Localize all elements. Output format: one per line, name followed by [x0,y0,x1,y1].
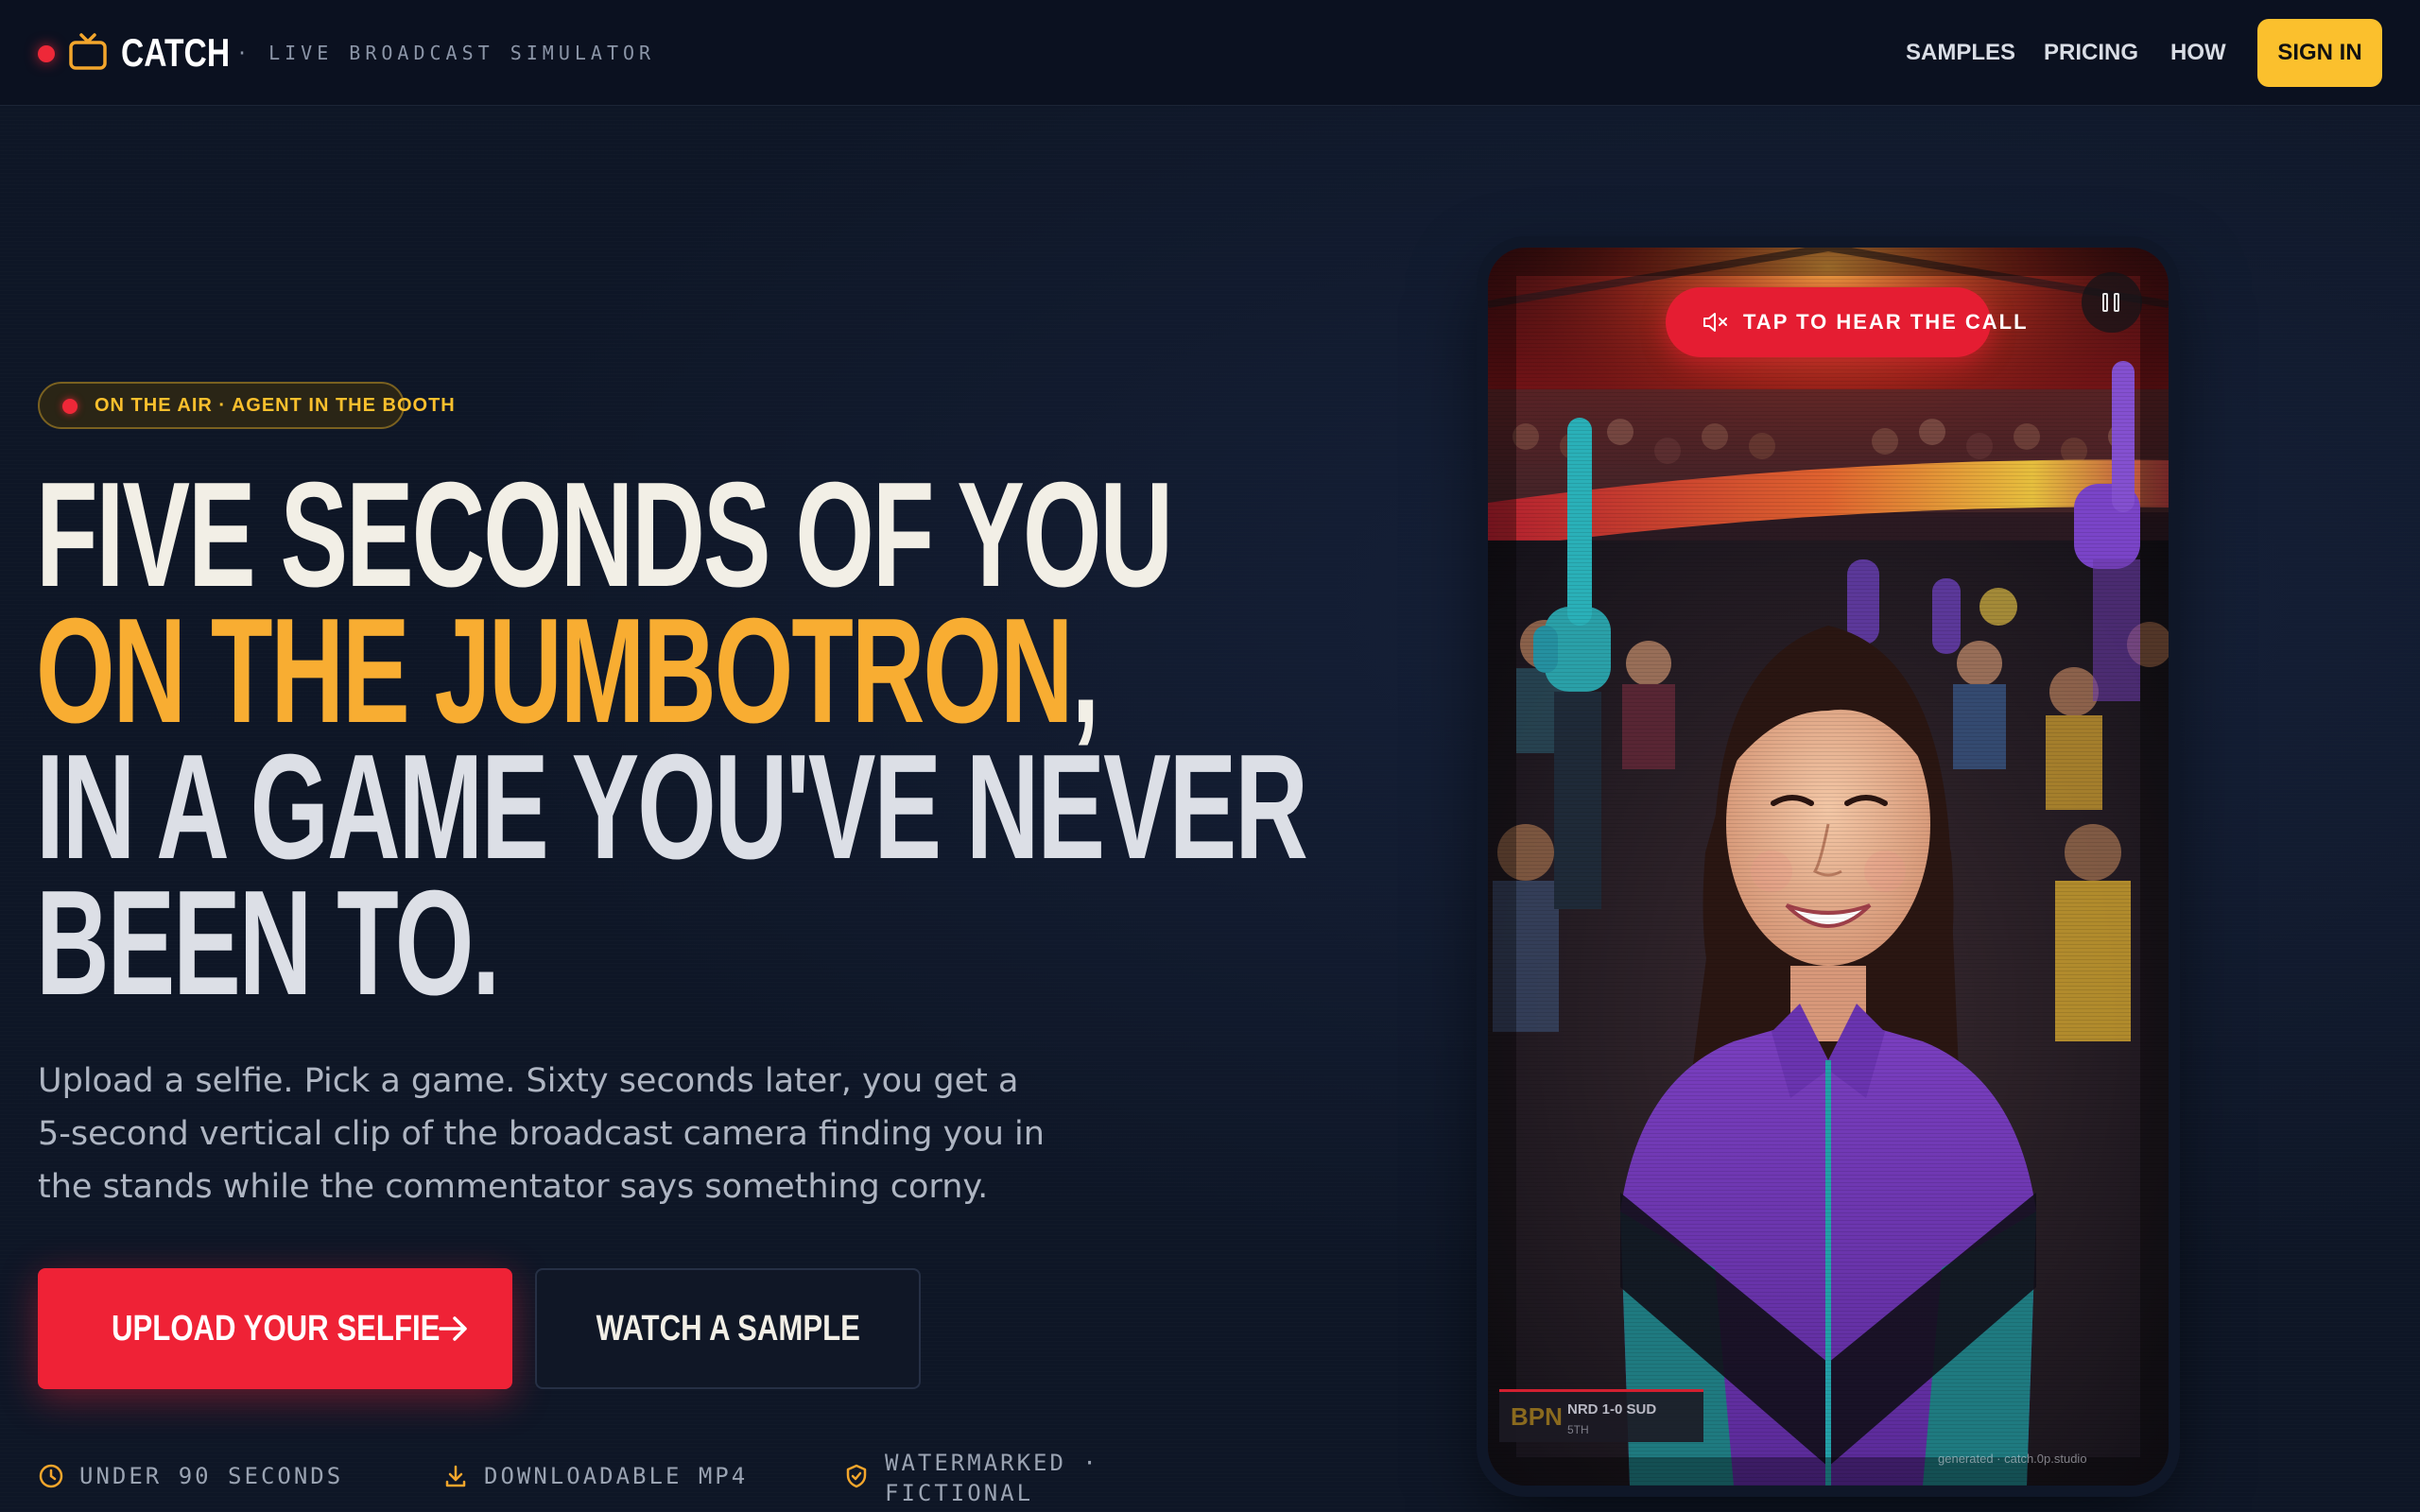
tap-to-hear-button[interactable]: TAP TO HEAR THE CALL [1666,287,2027,357]
speaker-muted-icon [1703,313,1727,332]
hero-headline: FIVE SECONDS OF YOU ON THE JUMBOTRON, IN… [36,452,1308,1026]
watch-sample-label: WATCH A SAMPLE [596,1309,860,1349]
broadcast-scorebug: BPN NRD 1-0 SUD 5TH [1499,1389,1703,1442]
feature-label: DOWNLOADABLE MP4 [484,1463,749,1489]
feature-label: WATERMARKED · FICTIONAL [885,1450,1099,1506]
on-air-dot-icon [62,399,78,414]
feature-label: UNDER 90 SECONDS [79,1463,344,1489]
upload-selfie-button[interactable]: UPLOAD YOUR SELFIE [38,1268,512,1389]
scorebug-period: 5TH [1567,1423,1589,1436]
headline-line-2: ON THE JUMBOTRON, [36,596,1099,746]
on-air-badge: ON THE AIR · AGENT IN THE BOOTH [38,382,455,429]
nav-link-how[interactable]: HOW [2170,34,2226,72]
watch-sample-label-wrap: WATCH A SAMPLE [537,1270,919,1387]
live-indicator-dot [38,45,55,62]
watch-sample-button[interactable]: WATCH A SAMPLE [535,1268,921,1389]
generated-watermark: generated · catch.0p.studio [1938,1452,2087,1466]
pause-button[interactable] [2082,272,2142,333]
on-air-badge-label: ON THE AIR · AGENT IN THE BOOTH [95,395,456,416]
hero-description: Upload a selfie. Pick a game. Sixty seco… [38,1062,1045,1206]
sign-in-button[interactable]: SIGN IN [2257,19,2382,87]
video-preview-phone[interactable]: TAP TO HEAR THE CALL BPN NRD 1-0 SUD 5TH… [1488,248,2169,1486]
brand-logo-text[interactable]: CATCH [121,25,230,81]
download-icon [445,1465,466,1487]
scorebug-score: NRD 1-0 SUD [1567,1401,1657,1418]
nav-link-samples[interactable]: SAMPLES [1906,34,2015,72]
pause-icon [2102,293,2108,312]
arrow-right-icon [439,1316,467,1341]
nav-link-pricing[interactable]: PRICING [2044,34,2138,72]
jumbotron-fan-video-frame [1488,248,2169,1486]
scorebug-network: BPN [1511,1402,1563,1431]
headline-line-4: BEEN TO. [36,860,500,1026]
headline-line-1: FIVE SECONDS OF YOU [36,452,1173,618]
tv-icon [69,33,107,70]
pause-icon [2114,293,2119,312]
top-navigation-bar: CATCH · LIVE BROADCAST SIMULATOR SAMPLES… [0,0,2420,106]
clock-icon [39,1464,63,1488]
upload-selfie-label: UPLOAD YOUR SELFIE [112,1309,441,1349]
headline-line-3: IN A GAME YOU'VE NEVER [36,724,1308,890]
tap-to-hear-label: TAP TO HEAR THE CALL [1743,310,2029,334]
shield-check-icon [846,1464,867,1488]
brand-tagline: · LIVE BROADCAST SIMULATOR [236,42,656,64]
